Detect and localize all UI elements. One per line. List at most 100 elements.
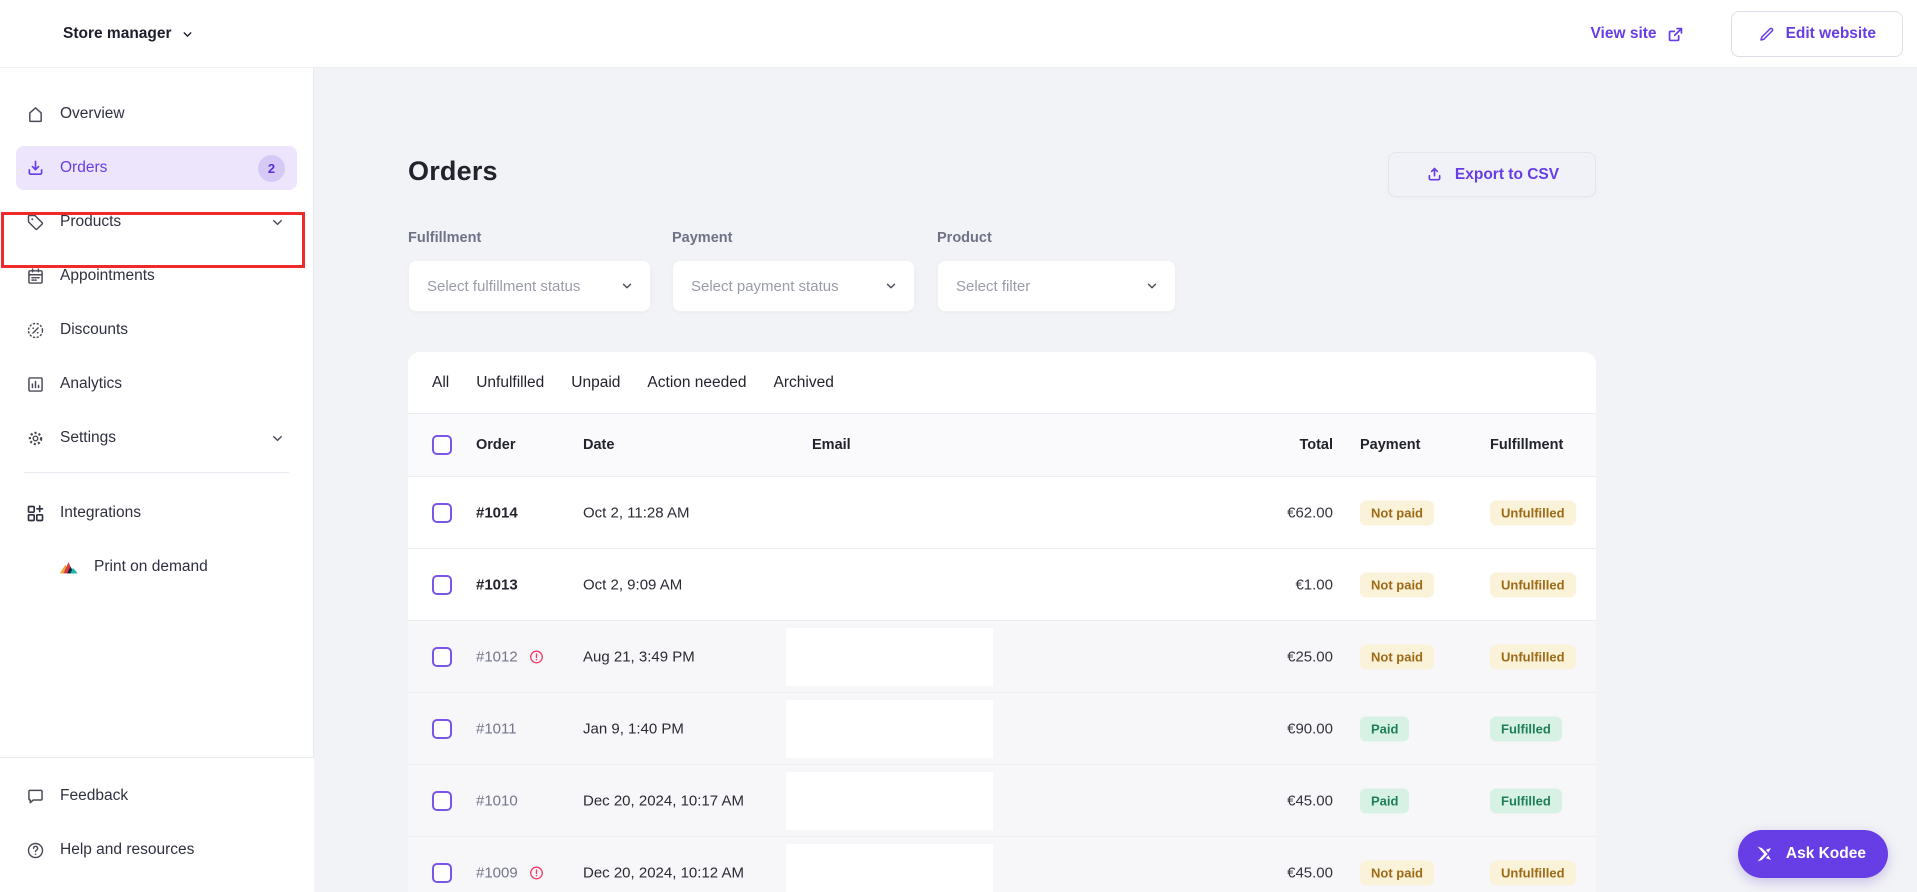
payment-status-badge: Not paid bbox=[1360, 860, 1434, 885]
export-csv-button[interactable]: Export to CSV bbox=[1388, 152, 1596, 197]
pencil-icon bbox=[1758, 25, 1776, 43]
edit-website-button[interactable]: Edit website bbox=[1731, 11, 1903, 57]
tab-action-needed[interactable]: Action needed bbox=[647, 374, 746, 392]
upload-icon bbox=[1425, 165, 1444, 184]
sidebar-divider bbox=[24, 472, 289, 473]
order-number: #1009 bbox=[476, 864, 518, 881]
sidebar-item-appointments[interactable]: Appointments bbox=[16, 254, 297, 298]
sidebar-item-overview[interactable]: Overview bbox=[16, 92, 297, 136]
chevron-down-icon bbox=[884, 279, 898, 293]
row-checkbox[interactable] bbox=[432, 647, 452, 667]
edit-website-label: Edit website bbox=[1786, 25, 1876, 43]
table-row[interactable]: #1010 Dec 20, 2024, 10:17 AM €45.00 Paid… bbox=[408, 765, 1596, 837]
fulfillment-status-badge: Fulfilled bbox=[1490, 788, 1562, 813]
select-placeholder: Select filter bbox=[956, 278, 1030, 295]
email-redaction-box bbox=[786, 628, 993, 686]
order-total: €45.00 bbox=[1213, 792, 1333, 809]
order-number: #1014 bbox=[476, 504, 518, 521]
fulfillment-status-select[interactable]: Select fulfillment status bbox=[408, 260, 651, 312]
sidebar-item-label: Settings bbox=[60, 429, 116, 447]
email-redaction-box bbox=[786, 844, 993, 892]
order-number: #1011 bbox=[476, 720, 517, 737]
table-row[interactable]: #1013 Oct 2, 9:09 AM €1.00 Not paid Unfu… bbox=[408, 549, 1596, 621]
sidebar-item-discounts[interactable]: Discounts bbox=[16, 308, 297, 352]
view-site-link[interactable]: View site bbox=[1591, 25, 1685, 44]
order-date: Oct 2, 9:09 AM bbox=[583, 576, 682, 593]
chevron-down-icon bbox=[1145, 279, 1159, 293]
sidebar-item-help[interactable]: Help and resources bbox=[16, 828, 298, 872]
table-row[interactable]: #1009 Dec 20, 2024, 10:12 AM €45.00 Not … bbox=[408, 837, 1596, 892]
tab-all[interactable]: All bbox=[432, 374, 449, 392]
table-row[interactable]: #1011 Jan 9, 1:40 PM €90.00 Paid Fulfill… bbox=[408, 693, 1596, 765]
integrations-icon bbox=[24, 502, 46, 524]
order-number: #1012 bbox=[476, 648, 518, 665]
sidebar-item-settings[interactable]: Settings bbox=[16, 416, 297, 460]
fulfillment-status-badge: Unfulfilled bbox=[1490, 860, 1576, 885]
gear-icon bbox=[24, 427, 46, 449]
fulfillment-status-badge: Unfulfilled bbox=[1490, 644, 1576, 669]
table-row[interactable]: #1012 Aug 21, 3:49 PM €25.00 Not paid Un… bbox=[408, 621, 1596, 693]
sidebar: Overview Orders 2 Products Appointmen bbox=[0, 68, 314, 892]
filter-fulfillment: Fulfillment Select fulfillment status bbox=[408, 230, 651, 312]
top-bar: Store manager View site Edit website bbox=[0, 0, 1917, 68]
ask-kodee-label: Ask Kodee bbox=[1786, 845, 1866, 863]
view-site-label: View site bbox=[1591, 25, 1657, 43]
column-order: Order bbox=[476, 437, 516, 453]
payment-status-badge: Paid bbox=[1360, 716, 1409, 741]
payment-status-badge: Not paid bbox=[1360, 644, 1434, 669]
filter-payment: Payment Select payment status bbox=[672, 230, 915, 312]
alert-icon bbox=[528, 864, 545, 881]
orders-table-card: All Unfulfilled Unpaid Action needed Arc… bbox=[408, 352, 1596, 892]
sidebar-item-print-on-demand[interactable]: Print on demand bbox=[16, 545, 297, 589]
order-total: €45.00 bbox=[1213, 864, 1333, 881]
tab-archived[interactable]: Archived bbox=[774, 374, 834, 392]
row-checkbox[interactable] bbox=[432, 791, 452, 811]
feedback-icon bbox=[24, 785, 46, 807]
order-date: Dec 20, 2024, 10:12 AM bbox=[583, 864, 744, 881]
tab-unpaid[interactable]: Unpaid bbox=[571, 374, 620, 392]
column-fulfillment: Fulfillment bbox=[1490, 437, 1563, 453]
column-payment: Payment bbox=[1360, 437, 1420, 453]
chevron-down-icon bbox=[270, 431, 285, 446]
store-manager-label: Store manager bbox=[63, 25, 172, 43]
row-checkbox[interactable] bbox=[432, 575, 452, 595]
select-placeholder: Select fulfillment status bbox=[427, 278, 580, 295]
column-total: Total bbox=[1213, 437, 1333, 453]
row-checkbox[interactable] bbox=[432, 503, 452, 523]
sidebar-item-analytics[interactable]: Analytics bbox=[16, 362, 297, 406]
sidebar-item-label: Overview bbox=[60, 105, 125, 123]
filter-label: Fulfillment bbox=[408, 230, 651, 246]
order-status-tabs: All Unfulfilled Unpaid Action needed Arc… bbox=[408, 352, 1596, 414]
analytics-icon bbox=[24, 373, 46, 395]
orders-icon bbox=[24, 157, 46, 179]
help-icon bbox=[24, 839, 46, 861]
payment-status-select[interactable]: Select payment status bbox=[672, 260, 915, 312]
select-all-checkbox[interactable] bbox=[432, 435, 452, 455]
sidebar-item-label: Appointments bbox=[60, 267, 155, 285]
table-body: #1014 Oct 2, 11:28 AM €62.00 Not paid Un… bbox=[408, 477, 1596, 892]
order-date: Jan 9, 1:40 PM bbox=[583, 720, 684, 737]
table-row[interactable]: #1014 Oct 2, 11:28 AM €62.00 Not paid Un… bbox=[408, 477, 1596, 549]
sidebar-item-label: Discounts bbox=[60, 321, 128, 339]
ask-kodee-button[interactable]: Ask Kodee bbox=[1738, 830, 1888, 878]
order-date: Aug 21, 3:49 PM bbox=[583, 648, 695, 665]
sidebar-item-label: Feedback bbox=[60, 787, 128, 805]
payment-status-badge: Not paid bbox=[1360, 572, 1434, 597]
store-manager-dropdown[interactable]: Store manager bbox=[63, 0, 194, 68]
sidebar-item-integrations[interactable]: Integrations bbox=[16, 491, 297, 535]
sidebar-item-orders[interactable]: Orders 2 bbox=[16, 146, 297, 190]
chevron-down-icon bbox=[270, 215, 285, 230]
sidebar-item-products[interactable]: Products bbox=[16, 200, 297, 244]
row-checkbox[interactable] bbox=[432, 719, 452, 739]
chevron-down-icon bbox=[181, 28, 194, 41]
sidebar-item-feedback[interactable]: Feedback bbox=[16, 774, 298, 818]
orders-count-badge: 2 bbox=[258, 155, 285, 182]
filter-product: Product Select filter bbox=[937, 230, 1176, 312]
order-total: €90.00 bbox=[1213, 720, 1333, 737]
row-checkbox[interactable] bbox=[432, 863, 452, 883]
product-filter-select[interactable]: Select filter bbox=[937, 260, 1176, 312]
order-total: €25.00 bbox=[1213, 648, 1333, 665]
sidebar-item-label: Help and resources bbox=[60, 841, 194, 859]
sidebar-nav: Overview Orders 2 Products Appointmen bbox=[0, 68, 313, 589]
tab-unfulfilled[interactable]: Unfulfilled bbox=[476, 374, 544, 392]
